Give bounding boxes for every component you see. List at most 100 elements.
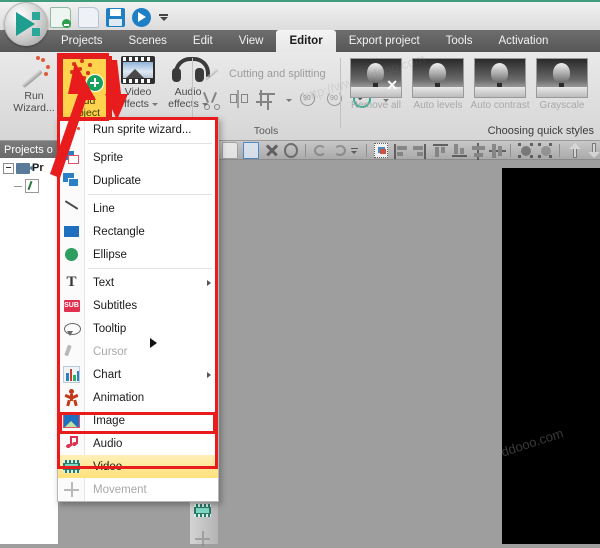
chart-icon [63,366,80,383]
ribbon-tab-export-project[interactable]: Export project [336,30,433,52]
menu-item-rectangle-label: Rectangle [93,225,145,238]
more-options-icon[interactable] [351,143,359,158]
align-top-icon[interactable] [432,143,448,158]
paste-object-icon[interactable] [243,141,260,159]
text-icon: T [66,274,77,290]
editor-workspace[interactable] [218,160,600,544]
menu-item-rectangle[interactable]: Rectangle [58,220,218,243]
customize-quick-access-icon[interactable] [158,10,170,24]
ribbon-tab-projects[interactable]: Projects [48,30,116,52]
add-object-button[interactable]: Add object [60,56,112,122]
menu-item-video[interactable]: Video [58,455,218,478]
movement-object-icon[interactable] [194,530,214,548]
ribbon-tab-editor[interactable]: Editor [276,30,336,52]
select-shape-icon[interactable] [283,142,299,158]
cutting-and-splitting-row[interactable]: Cutting and splitting [202,64,326,84]
magic-wand-icon [63,121,80,138]
align-right-icon[interactable] [412,143,426,159]
submenu-arrow-icon[interactable] [207,371,211,378]
auto-levels-button[interactable]: Auto levels [410,58,466,120]
menu-item-image[interactable]: Image [58,409,218,432]
ribbon-tab-view[interactable]: View [226,30,277,52]
projects-panel-title: Projects o [0,141,58,158]
play-logo-icon[interactable] [4,2,48,46]
video-effects-button[interactable]: Video effects [112,56,164,122]
group-objects-icon[interactable] [518,142,533,158]
preview-play-icon[interactable] [132,7,151,27]
scissors-cut-icon[interactable] [202,90,222,110]
align-center-horizontal-icon[interactable] [470,142,486,160]
menu-item-chart-label: Chart [93,368,122,381]
menu-item-audio[interactable]: Audio [58,432,218,455]
project-tree-child[interactable] [14,179,39,193]
scene-node-icon [25,179,39,193]
menu-item-run-sprite-wizard[interactable]: Run sprite wizard... [58,118,218,141]
application-window: Projects Scenes Edit View Editor Export proje… [0,0,600,546]
animation-icon [63,389,80,407]
select-all-icon[interactable] [373,142,389,158]
redo-icon[interactable] [332,143,347,158]
bring-forward-icon[interactable] [567,142,581,158]
auto-contrast-button[interactable]: Auto contrast [471,58,529,120]
menu-item-ellipse[interactable]: Ellipse [58,243,218,266]
ribbon-tab-tools[interactable]: Tools [433,30,486,52]
magic-wand-icon [17,56,51,89]
projects-panel: Projects o Pr [0,141,59,544]
align-bottom-icon[interactable] [451,143,467,158]
menu-item-text[interactable]: T Text [58,271,218,294]
toolbar-divider [365,143,367,157]
menu-item-animation[interactable]: Animation [58,386,218,409]
undo-icon[interactable] [313,143,327,158]
menu-separator [88,194,212,195]
balloon-thumbnail-icon: ✕ [350,58,402,98]
send-backward-icon[interactable] [586,142,600,158]
align-center-vertical-icon[interactable] [489,143,507,158]
open-project-icon[interactable] [78,6,99,28]
ribbon-tab-label: View [238,35,264,47]
new-project-icon[interactable] [50,6,71,28]
tree-expander-icon[interactable] [3,162,14,174]
chevron-down-icon[interactable] [151,102,158,106]
project-tree-root-label: Pr [32,162,44,174]
new-object-icon[interactable] [222,141,239,159]
menu-item-tooltip[interactable]: Tooltip [58,317,218,340]
rotate-right-90-icon[interactable]: 90 [326,90,346,110]
save-project-icon[interactable] [106,7,125,27]
remove-all-button-label: Remove all [350,100,402,111]
align-left-icon[interactable] [393,143,408,159]
add-object-dropdown-menu[interactable]: Run sprite wizard... Sprite Duplicate Line R… [57,117,219,502]
menu-item-duplicate[interactable]: Duplicate [58,169,218,192]
menu-item-subtitles[interactable]: Subtitles [58,294,218,317]
project-tree-root[interactable]: Pr [3,162,44,174]
project-node-icon [16,162,33,174]
ungroup-objects-icon[interactable] [537,142,552,158]
sprite-icon [63,149,80,166]
scissors-split-icon[interactable] [229,90,249,110]
grayscale-button[interactable]: Grayscale [534,58,590,120]
delete-object-icon[interactable] [264,143,279,158]
image-icon [63,412,80,429]
ribbon-tab-activation[interactable]: Activation [486,30,562,52]
menu-item-sprite[interactable]: Sprite [58,146,218,169]
video-object-icon-2[interactable] [194,502,214,520]
crop-tool-icon[interactable] [256,90,276,110]
remove-all-button[interactable]: ✕ Remove all [348,58,404,120]
menu-item-line[interactable]: Line [58,197,218,220]
preview-canvas[interactable] [502,168,600,544]
ribbon-tab-edit[interactable]: Edit [180,30,226,52]
title-bar [0,2,600,31]
run-wizard-button[interactable]: Run Wizard... [8,56,60,122]
menu-item-movement-label: Movement [93,483,147,496]
toolbar-divider [305,143,306,157]
crop-chevron-down-icon[interactable] [286,98,292,102]
cut-tool-icon[interactable] [202,64,222,84]
submenu-arrow-icon[interactable] [207,279,211,286]
ribbon-group-quick-styles: ✕ Remove all Auto levels Auto contrast Grays… [344,52,600,140]
rotate-left-90-icon[interactable]: 90 [299,90,319,110]
duplicate-icon [63,172,80,189]
menu-item-cursor: Cursor [58,340,218,363]
balloon-thumbnail-icon [536,58,588,98]
menu-item-chart[interactable]: Chart [58,363,218,386]
ribbon-tab-scenes[interactable]: Scenes [116,30,180,52]
ribbon-tab-label: Export project [348,35,420,47]
